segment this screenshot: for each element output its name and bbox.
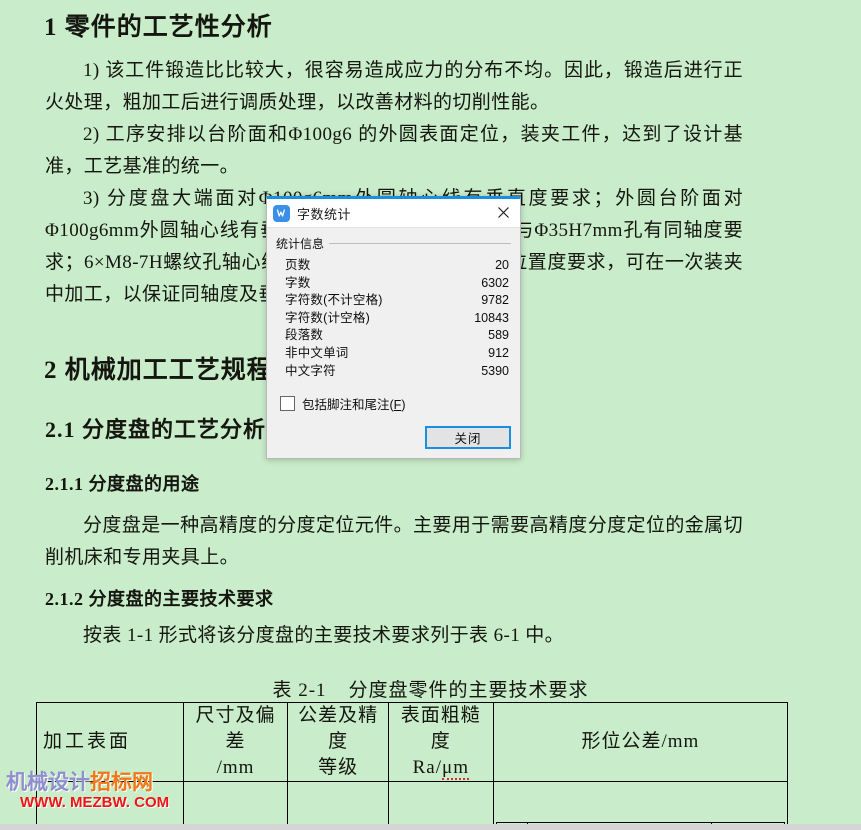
stat-value: 6302 <box>481 275 509 290</box>
stat-label: 段落数 <box>285 328 324 343</box>
paragraph-1: 1) 该工件锻造比比较大，很容易造成应力的分布不均。因此，锻造后进行正火处理，粗… <box>0 55 861 119</box>
stat-row-non-chinese-words: 非中文单词 912 <box>285 345 509 363</box>
header-dimension-line1: 尺寸及偏差 <box>195 705 276 752</box>
statistics-group-header: 统计信息 <box>276 235 511 252</box>
stat-value: 10843 <box>474 310 509 325</box>
header-dimension-line2: /mm <box>216 757 255 778</box>
stat-row-pages: 页数 20 <box>285 257 509 275</box>
heading-2-1-2-requirements: 2.1.2 分度盘的主要技术要求 <box>45 589 274 609</box>
stat-row-paragraphs: 段落数 589 <box>285 327 509 345</box>
heading-1-part-analysis: 1 零件的工艺性分析 <box>44 14 273 41</box>
paragraph-5-text: 按表 1-1 形式将该分度盘的主要技术要求列于表 6-1 中。 <box>83 625 565 646</box>
section-2-1-1-body: 分度盘是一种高精度的分度定位元件。主要用于需要高精度分度定位的金属切削机床和专用… <box>0 510 861 574</box>
dialog-button-row: 关闭 <box>276 426 511 450</box>
cell-dimension: ΦΦ100 <box>182 781 289 830</box>
stat-value: 5390 <box>481 363 509 378</box>
cell-geometric-tolerance <box>492 781 789 830</box>
include-footnotes-checkbox[interactable]: 包括脚注和尾注(F) <box>280 394 511 413</box>
stat-row-chinese-chars: 中文字符 5390 <box>285 363 509 381</box>
table-header-row: 加工表面 尺寸及偏差 /mm 公差及精度 等级 表面粗糙度 Ra/μm 形位公差… <box>36 702 789 782</box>
paragraph-5: 按表 1-1 形式将该分度盘的主要技术要求列于表 6-1 中。 <box>0 620 861 652</box>
header-roughness-line1: 表面粗糙度 <box>400 705 481 752</box>
table-caption-title: 分度盘零件的主要技术要求 <box>348 680 589 701</box>
paragraph-4-text: 分度盘是一种高精度的分度定位元件。主要用于需要高精度分度定位的金属切削机床和专用… <box>45 515 743 568</box>
stat-value: 912 <box>488 345 509 360</box>
table-caption-label: 表 2-1 <box>272 680 327 701</box>
stat-row-chars-with-spaces: 字符数(计空格) 10843 <box>285 310 509 328</box>
section-2-1-2-body: 按表 1-1 形式将该分度盘的主要技术要求列于表 6-1 中。 <box>0 620 861 652</box>
dialog-body: 统计信息 页数 20 字数 6302 字符数(不计空格) 9782 字符数(计空… <box>267 228 520 459</box>
header-grade-line1: 公差及精度 <box>298 705 379 752</box>
wps-writer-icon <box>273 204 290 222</box>
stat-label: 非中文单词 <box>285 345 349 360</box>
header-cell-surface: 加工表面 <box>36 702 184 782</box>
stat-label: 字符数(计空格) <box>285 310 370 325</box>
dialog-title-bar[interactable]: 字数统计 <box>267 199 520 228</box>
close-icon[interactable] <box>486 199 520 226</box>
stat-row-chars-no-spaces: 字符数(不计空格) 9782 <box>285 292 509 310</box>
header-cell-dimension: 尺寸及偏差 /mm <box>182 702 289 782</box>
paragraph-2: 2) 工序安排以台阶面和Φ100g6 的外圆表面定位，装夹工件，达到了设计基准，… <box>0 119 861 183</box>
statistics-group-label: 统计信息 <box>276 237 325 251</box>
stat-value: 20 <box>495 258 509 272</box>
header-cell-geometric-tolerance: 形位公差/mm <box>492 702 789 782</box>
heading-2-1-1-usage: 2.1.1 分度盘的用途 <box>45 474 200 494</box>
cell-grade: IT12 <box>287 781 389 830</box>
stat-value: 589 <box>488 328 509 343</box>
cell-roughness: 12.5 <box>387 781 494 830</box>
section-2-1-2: 2.1.2 分度盘的主要技术要求 <box>0 585 861 613</box>
stat-label: 中文字符 <box>285 363 336 378</box>
spec-table: 加工表面 尺寸及偏差 /mm 公差及精度 等级 表面粗糙度 Ra/μm 形位公差… <box>36 702 789 830</box>
cell-surface: 大端面 <box>36 781 184 830</box>
paragraph-2-text: 2) 工序安排以台阶面和Φ100g6 的外圆表面定位，装夹工件，达到了设计基准，… <box>45 124 743 177</box>
group-divider <box>329 243 511 244</box>
statistics-list: 页数 20 字数 6302 字符数(不计空格) 9782 字符数(计空格) 10… <box>276 255 511 380</box>
stat-value: 9782 <box>481 293 509 308</box>
section-2-1-1: 2.1.1 分度盘的用途 <box>0 470 861 498</box>
spellcheck-underline: μm <box>442 757 469 780</box>
header-cell-grade: 公差及精度 等级 <box>287 702 389 782</box>
header-roughness-line2: Ra/μm <box>412 757 469 780</box>
table-caption: 表 2-1 分度盘零件的主要技术要求 <box>0 675 861 702</box>
section-1: 1 零件的工艺性分析 <box>0 2 861 46</box>
checkbox-box[interactable] <box>280 396 295 412</box>
checkbox-label: 包括脚注和尾注(F) <box>302 398 406 413</box>
close-button[interactable]: 关闭 <box>425 426 511 450</box>
table-row: 大端面 ΦΦ100 IT12 12.5 <box>36 781 789 830</box>
document-page: 1 零件的工艺性分析 1) 该工件锻造比比较大，很容易造成应力的分布不均。因此，… <box>0 0 861 830</box>
word-count-dialog: 字数统计 统计信息 页数 20 字数 6302 字符数(不计空格) 9782 字… <box>266 196 521 460</box>
stat-label: 页数 <box>285 258 311 272</box>
header-grade-line2: 等级 <box>318 757 359 778</box>
header-cell-roughness: 表面粗糙度 Ra/μm <box>387 702 494 782</box>
stat-row-words: 字数 6302 <box>285 275 509 293</box>
dialog-title: 字数统计 <box>297 206 352 222</box>
window-bottom-strip <box>0 824 861 830</box>
paragraph-1-text: 1) 该工件锻造比比较大，很容易造成应力的分布不均。因此，锻造后进行正火处理，粗… <box>45 60 743 113</box>
paragraph-4: 分度盘是一种高精度的分度定位元件。主要用于需要高精度分度定位的金属切削机床和专用… <box>0 510 861 574</box>
stat-label: 字符数(不计空格) <box>285 293 383 308</box>
stat-label: 字数 <box>285 275 311 290</box>
